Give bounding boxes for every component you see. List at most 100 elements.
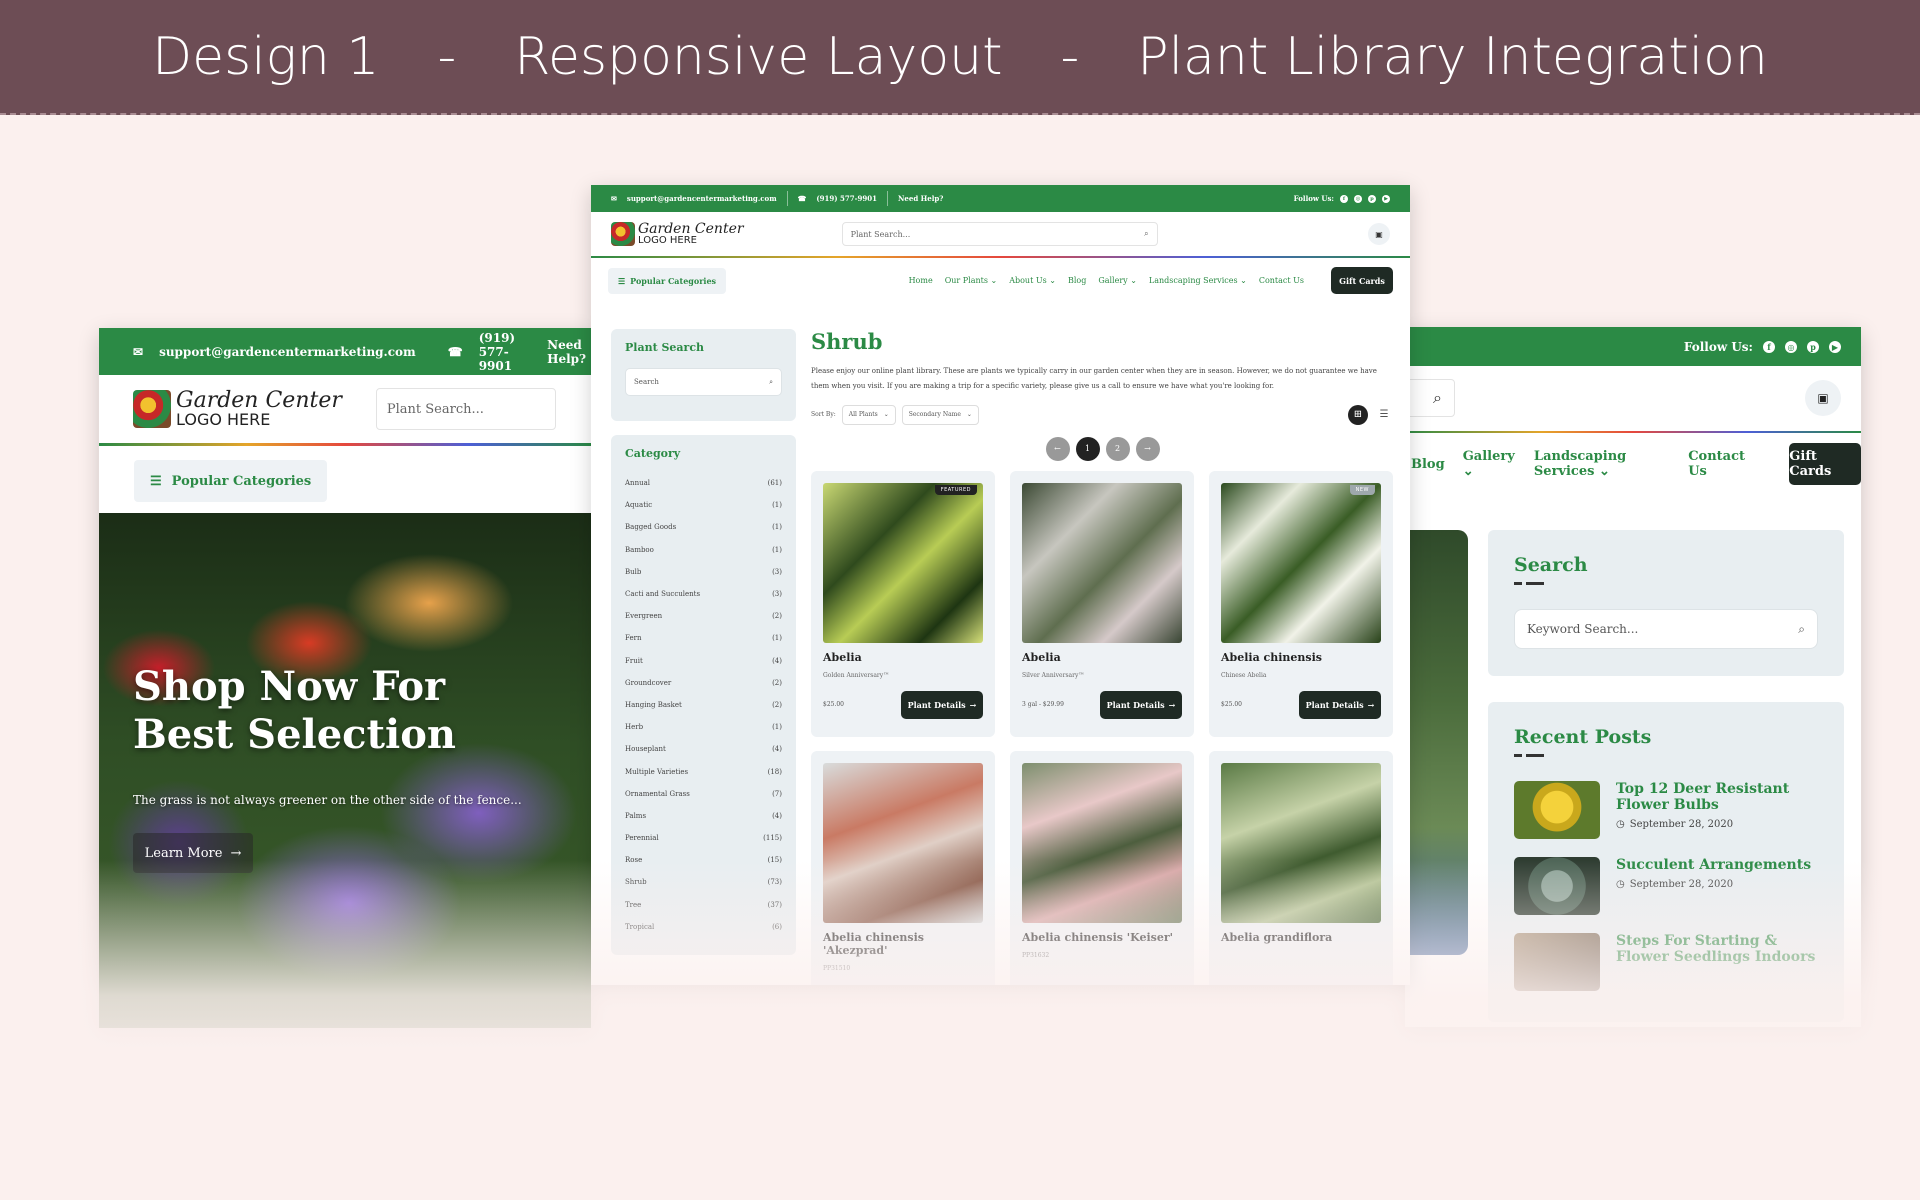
category-item[interactable]: Bulb (3): [625, 561, 782, 583]
support-email-link[interactable]: support@gardencentermarketing.com: [159, 345, 416, 359]
plant-card[interactable]: Abelia chinensis 'Akezprad' PP31510: [811, 750, 995, 985]
category-item[interactable]: Aquatic (1): [625, 494, 782, 516]
category-item[interactable]: Ornamental Grass (7): [625, 783, 782, 805]
keyword-search-input[interactable]: Keyword Search... ⌕: [1514, 609, 1818, 649]
plant-search-input[interactable]: ⌕: [1405, 379, 1455, 417]
sort-select-plants[interactable]: All Plants ⌄: [841, 404, 896, 425]
category-item[interactable]: Annual (61): [625, 472, 782, 494]
plant-name[interactable]: Abelia: [1022, 651, 1182, 664]
cart-bag-icon[interactable]: ▣: [1368, 223, 1390, 245]
search-icon[interactable]: ⌕: [1433, 388, 1442, 408]
instagram-icon[interactable]: ◎: [1354, 194, 1362, 203]
category-item[interactable]: Bamboo (1): [625, 539, 782, 561]
search-icon[interactable]: ⌕: [769, 378, 773, 387]
category-item[interactable]: Hanging Basket (2): [625, 694, 782, 716]
plant-card[interactable]: Abelia Silver Anniversary™ 3 gal - $29.99 P…: [1010, 470, 1194, 737]
plant-name[interactable]: Abelia grandiflora: [1221, 931, 1381, 944]
nav-about-us[interactable]: About Us ⌄: [1009, 276, 1056, 285]
category-item[interactable]: Groundcover (2): [625, 672, 782, 694]
pinterest-icon[interactable]: p: [1368, 194, 1376, 203]
need-help-link[interactable]: Need Help?: [898, 194, 943, 203]
next-page-arrow-icon[interactable]: →: [1135, 436, 1160, 461]
phone-link[interactable]: (919) 577-9901: [479, 331, 515, 373]
plant-image[interactable]: [1022, 482, 1182, 643]
plant-details-button[interactable]: Plant Details →: [901, 690, 983, 719]
nav-landscaping[interactable]: Landscaping Services ⌄: [1149, 276, 1247, 285]
facebook-icon[interactable]: f: [1763, 340, 1775, 353]
plant-image[interactable]: [1022, 762, 1182, 923]
nav-gallery[interactable]: Gallery ⌄: [1098, 276, 1137, 285]
plant-name[interactable]: Abelia chinensis: [1221, 651, 1381, 664]
post-title[interactable]: Steps For Starting & Flower Seedlings In…: [1616, 933, 1818, 965]
nav-our-plants[interactable]: Our Plants ⌄: [945, 276, 998, 285]
library-search-input[interactable]: Search ⌕: [625, 368, 782, 396]
search-icon[interactable]: ⌕: [1144, 229, 1148, 239]
plant-image[interactable]: [1221, 762, 1381, 923]
page-1[interactable]: 1: [1075, 436, 1100, 461]
list-view-icon[interactable]: ☰: [1374, 405, 1394, 425]
category-item[interactable]: Fern (1): [625, 627, 782, 649]
plant-name[interactable]: Abelia chinensis 'Akezprad': [823, 931, 983, 957]
facebook-icon[interactable]: f: [1340, 194, 1348, 203]
nav-gallery[interactable]: Gallery ⌄: [1463, 449, 1516, 479]
category-item[interactable]: Palms (4): [625, 805, 782, 827]
plant-image[interactable]: FEATURED: [823, 482, 983, 643]
site-logo[interactable]: Garden Center LOGO HERE: [133, 390, 342, 428]
nav-blog[interactable]: Blog: [1411, 457, 1445, 472]
gift-cards-button[interactable]: Gift Cards: [1331, 267, 1393, 294]
category-item[interactable]: Shrub (73): [625, 871, 782, 893]
category-item[interactable]: Tree (37): [625, 894, 782, 916]
search-icon[interactable]: ⌕: [1798, 622, 1805, 637]
nav-blog[interactable]: Blog: [1068, 276, 1086, 285]
plant-search-input[interactable]: Plant Search...: [375, 388, 556, 430]
category-item[interactable]: Multiple Varieties (18): [625, 760, 782, 782]
instagram-icon[interactable]: ◎: [1785, 340, 1797, 353]
plant-card[interactable]: FEATURED Abelia Golden Anniversary™ $25.00 P…: [811, 470, 995, 737]
plant-image[interactable]: NEW: [1221, 482, 1381, 643]
post-title[interactable]: Top 12 Deer Resistant Flower Bulbs: [1616, 781, 1818, 813]
nav-home[interactable]: Home: [909, 276, 933, 285]
plant-image[interactable]: [823, 762, 983, 923]
youtube-icon[interactable]: ▶: [1382, 194, 1390, 203]
grid-view-icon[interactable]: ⊞: [1348, 404, 1368, 425]
gift-cards-button[interactable]: Gift Cards: [1789, 443, 1861, 485]
phone-link[interactable]: (919) 577-9901: [816, 194, 877, 203]
popular-categories-button[interactable]: ☰ Popular Categories: [134, 460, 328, 502]
pinterest-icon[interactable]: p: [1807, 340, 1819, 353]
plant-details-button[interactable]: Plant Details →: [1100, 690, 1182, 719]
category-item[interactable]: Perennial (115): [625, 827, 782, 849]
recent-post[interactable]: Succulent Arrangements ◷ September 28, 20…: [1514, 857, 1818, 915]
category-item[interactable]: Fruit (4): [625, 650, 782, 672]
page-2[interactable]: 2: [1105, 436, 1130, 461]
need-help-link[interactable]: Need Help?: [547, 338, 586, 366]
nav-contact[interactable]: Contact Us: [1259, 276, 1304, 285]
plant-card[interactable]: Abelia grandiflora: [1209, 750, 1393, 985]
plant-name[interactable]: Abelia: [823, 651, 983, 664]
category-item[interactable]: Rose (15): [625, 849, 782, 871]
nav-contact[interactable]: Contact Us: [1688, 449, 1751, 479]
post-title[interactable]: Succulent Arrangements: [1616, 857, 1811, 873]
nav-landscaping-label: Landscaping Services: [1148, 276, 1238, 285]
plant-card[interactable]: Abelia chinensis 'Keiser' PP31632: [1010, 750, 1194, 985]
plant-search-input[interactable]: Plant Search... ⌕: [841, 222, 1158, 246]
learn-more-button[interactable]: Learn More →: [133, 833, 253, 873]
youtube-icon[interactable]: ▶: [1829, 340, 1841, 353]
category-item[interactable]: Herb (1): [625, 716, 782, 738]
category-item[interactable]: Bagged Goods (1): [625, 516, 782, 538]
category-item[interactable]: Evergreen (2): [625, 605, 782, 627]
plant-name[interactable]: Abelia chinensis 'Keiser': [1022, 931, 1182, 944]
support-email-link[interactable]: support@gardencentermarketing.com: [627, 194, 777, 203]
popular-categories-button[interactable]: ☰ Popular Categories: [608, 267, 727, 294]
cart-bag-icon[interactable]: ▣: [1805, 380, 1841, 416]
category-item[interactable]: Cacti and Succulents (3): [625, 583, 782, 605]
prev-page-arrow-icon[interactable]: ←: [1045, 436, 1070, 461]
plant-card[interactable]: NEW Abelia chinensis Chinese Abelia $25.00 P…: [1209, 470, 1393, 737]
site-logo[interactable]: Garden Center LOGO HERE: [611, 222, 744, 246]
recent-post[interactable]: Top 12 Deer Resistant Flower Bulbs ◷ Sept…: [1514, 781, 1818, 839]
nav-landscaping[interactable]: Landscaping Services ⌄: [1534, 449, 1670, 479]
sort-select-name[interactable]: Secondary Name ⌄: [901, 404, 979, 425]
category-item[interactable]: Houseplant (4): [625, 738, 782, 760]
plant-details-button[interactable]: Plant Details →: [1299, 690, 1381, 719]
recent-post[interactable]: Steps For Starting & Flower Seedlings In…: [1514, 933, 1818, 991]
category-item[interactable]: Tropical (6): [625, 916, 782, 938]
